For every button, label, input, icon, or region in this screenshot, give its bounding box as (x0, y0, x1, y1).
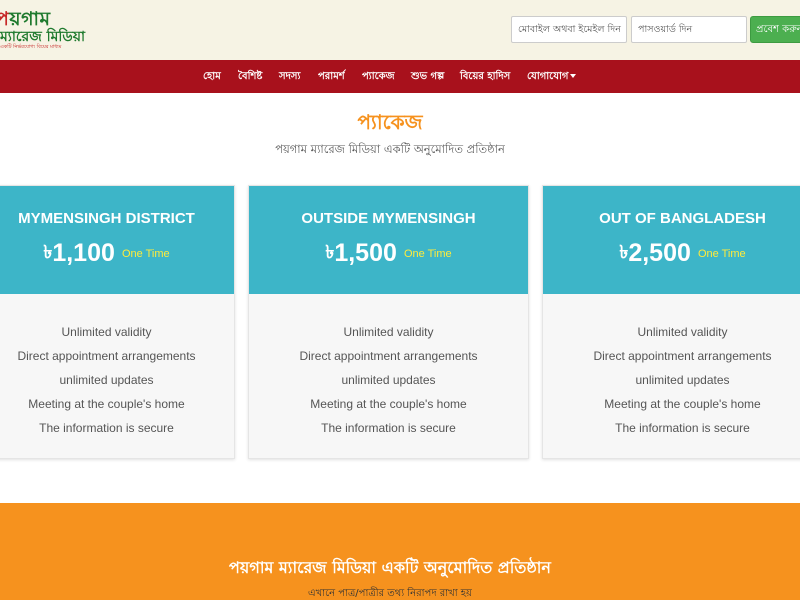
nav-item-home[interactable]: হোম (203, 60, 221, 93)
package-card-outside-mymensingh: OUTSIDE MYMENSINGH ৳1,500 One Time Unlim… (248, 185, 529, 459)
package-card-header: MYMENSINGH DISTRICT ৳1,100 One Time (0, 186, 234, 294)
taka-symbol: ৳ (325, 242, 335, 263)
nav-item-advice[interactable]: পরামর্শ (318, 60, 345, 93)
package-name: MYMENSINGH DISTRICT (18, 210, 195, 227)
package-price: ৳1,500 One Time (249, 238, 528, 269)
feature-item: Direct appointment arrangements (299, 349, 478, 363)
package-card-out-of-bangladesh: OUT OF BANGLADESH ৳2,500 One Time Unlimi… (542, 185, 800, 459)
taka-symbol: ৳ (619, 242, 629, 263)
nav-item-members[interactable]: সদস্য (279, 60, 300, 93)
feature-item: Unlimited validity (61, 325, 152, 339)
package-card-mymensingh-district: MYMENSINGH DISTRICT ৳1,100 One Time Unli… (0, 185, 235, 459)
mobile-email-input[interactable] (511, 16, 627, 43)
nav-item-features[interactable]: বৈশিষ্ট (238, 60, 262, 93)
feature-item: Unlimited validity (637, 325, 728, 339)
packages-subtitle: পয়গাম ম্যারেজ মিডিয়া একটি অনুমোদিত প্র… (275, 142, 505, 156)
feature-item: The information is secure (39, 421, 174, 435)
package-price: ৳2,500 One Time (543, 238, 800, 269)
package-card-header: OUT OF BANGLADESH ৳2,500 One Time (543, 186, 800, 294)
feature-item: Unlimited validity (343, 325, 434, 339)
package-card-header: OUTSIDE MYMENSINGH ৳1,500 One Time (249, 186, 528, 294)
nav-item-marriage-hadith[interactable]: বিয়ের হাদিস (460, 60, 510, 93)
price-amount: 2,500 (628, 239, 691, 267)
price-term: One Time (403, 247, 452, 260)
price-amount: 1,500 (334, 239, 397, 267)
feature-item: The information is secure (321, 421, 456, 435)
feature-item: Meeting at the couple's home (604, 397, 761, 411)
site-logo[interactable]: পয়গাম ম্যারেজ মিডিয়া একটি নির্ভরযোগ্য … (0, 8, 86, 54)
price-amount: 1,100 (52, 239, 115, 267)
feature-item: Meeting at the couple's home (310, 397, 467, 411)
banner-subtitle: এখানে পাত্র/পাত্রীর তথ্য নিরাপদ রাখা হয় (308, 588, 472, 599)
nav-item-packages[interactable]: প্যাকেজ (362, 60, 395, 93)
login-button[interactable]: প্রবেশ করুন (750, 16, 800, 43)
feature-item: Meeting at the couple's home (28, 397, 185, 411)
banner-title: পয়গাম ম্যারেজ মিডিয়া একটি অনুমোদিত প্র… (229, 558, 551, 577)
feature-item: unlimited updates (59, 373, 154, 387)
feature-list: Unlimited validity Direct appointment ar… (543, 320, 800, 440)
package-name: OUT OF BANGLADESH (599, 210, 766, 227)
site-header: পয়গাম ম্যারেজ মিডিয়া একটি নির্ভরযোগ্য … (0, 0, 800, 60)
package-name: OUTSIDE MYMENSINGH (301, 210, 476, 227)
logo-brand: পয়গাম (0, 8, 51, 30)
nav-item-success-stories[interactable]: শুভ গল্প (411, 60, 444, 93)
caret-down-icon (570, 74, 577, 78)
feature-list: Unlimited validity Direct appointment ar… (249, 320, 528, 440)
package-price: ৳1,100 One Time (0, 238, 234, 269)
price-term: One Time (697, 247, 746, 260)
feature-item: unlimited updates (635, 373, 730, 387)
taka-symbol: ৳ (43, 242, 53, 263)
feature-item: The information is secure (615, 421, 750, 435)
feature-item: unlimited updates (341, 373, 436, 387)
main-nav: হোম বৈশিষ্ট সদস্য পরামর্শ প্যাকেজ শুভ গল… (0, 60, 800, 93)
feature-item: Direct appointment arrangements (593, 349, 772, 363)
logo-subtitle: ম্যারেজ মিডিয়া (0, 29, 86, 45)
price-term: One Time (121, 247, 170, 260)
promo-banner: পয়গাম ম্যারেজ মিডিয়া একটি অনুমোদিত প্র… (0, 503, 800, 600)
password-input[interactable] (631, 16, 747, 43)
packages-title: প্যাকেজ (357, 110, 423, 134)
logo-tagline: একটি নির্ভরযোগ্য বিয়ের মাধ্যম (0, 44, 62, 50)
nav-item-contact[interactable]: যোগাযোগ (527, 60, 577, 93)
nav-item-contact-label: যোগাযোগ (527, 71, 569, 82)
feature-list: Unlimited validity Direct appointment ar… (0, 320, 234, 440)
feature-item: Direct appointment arrangements (17, 349, 196, 363)
